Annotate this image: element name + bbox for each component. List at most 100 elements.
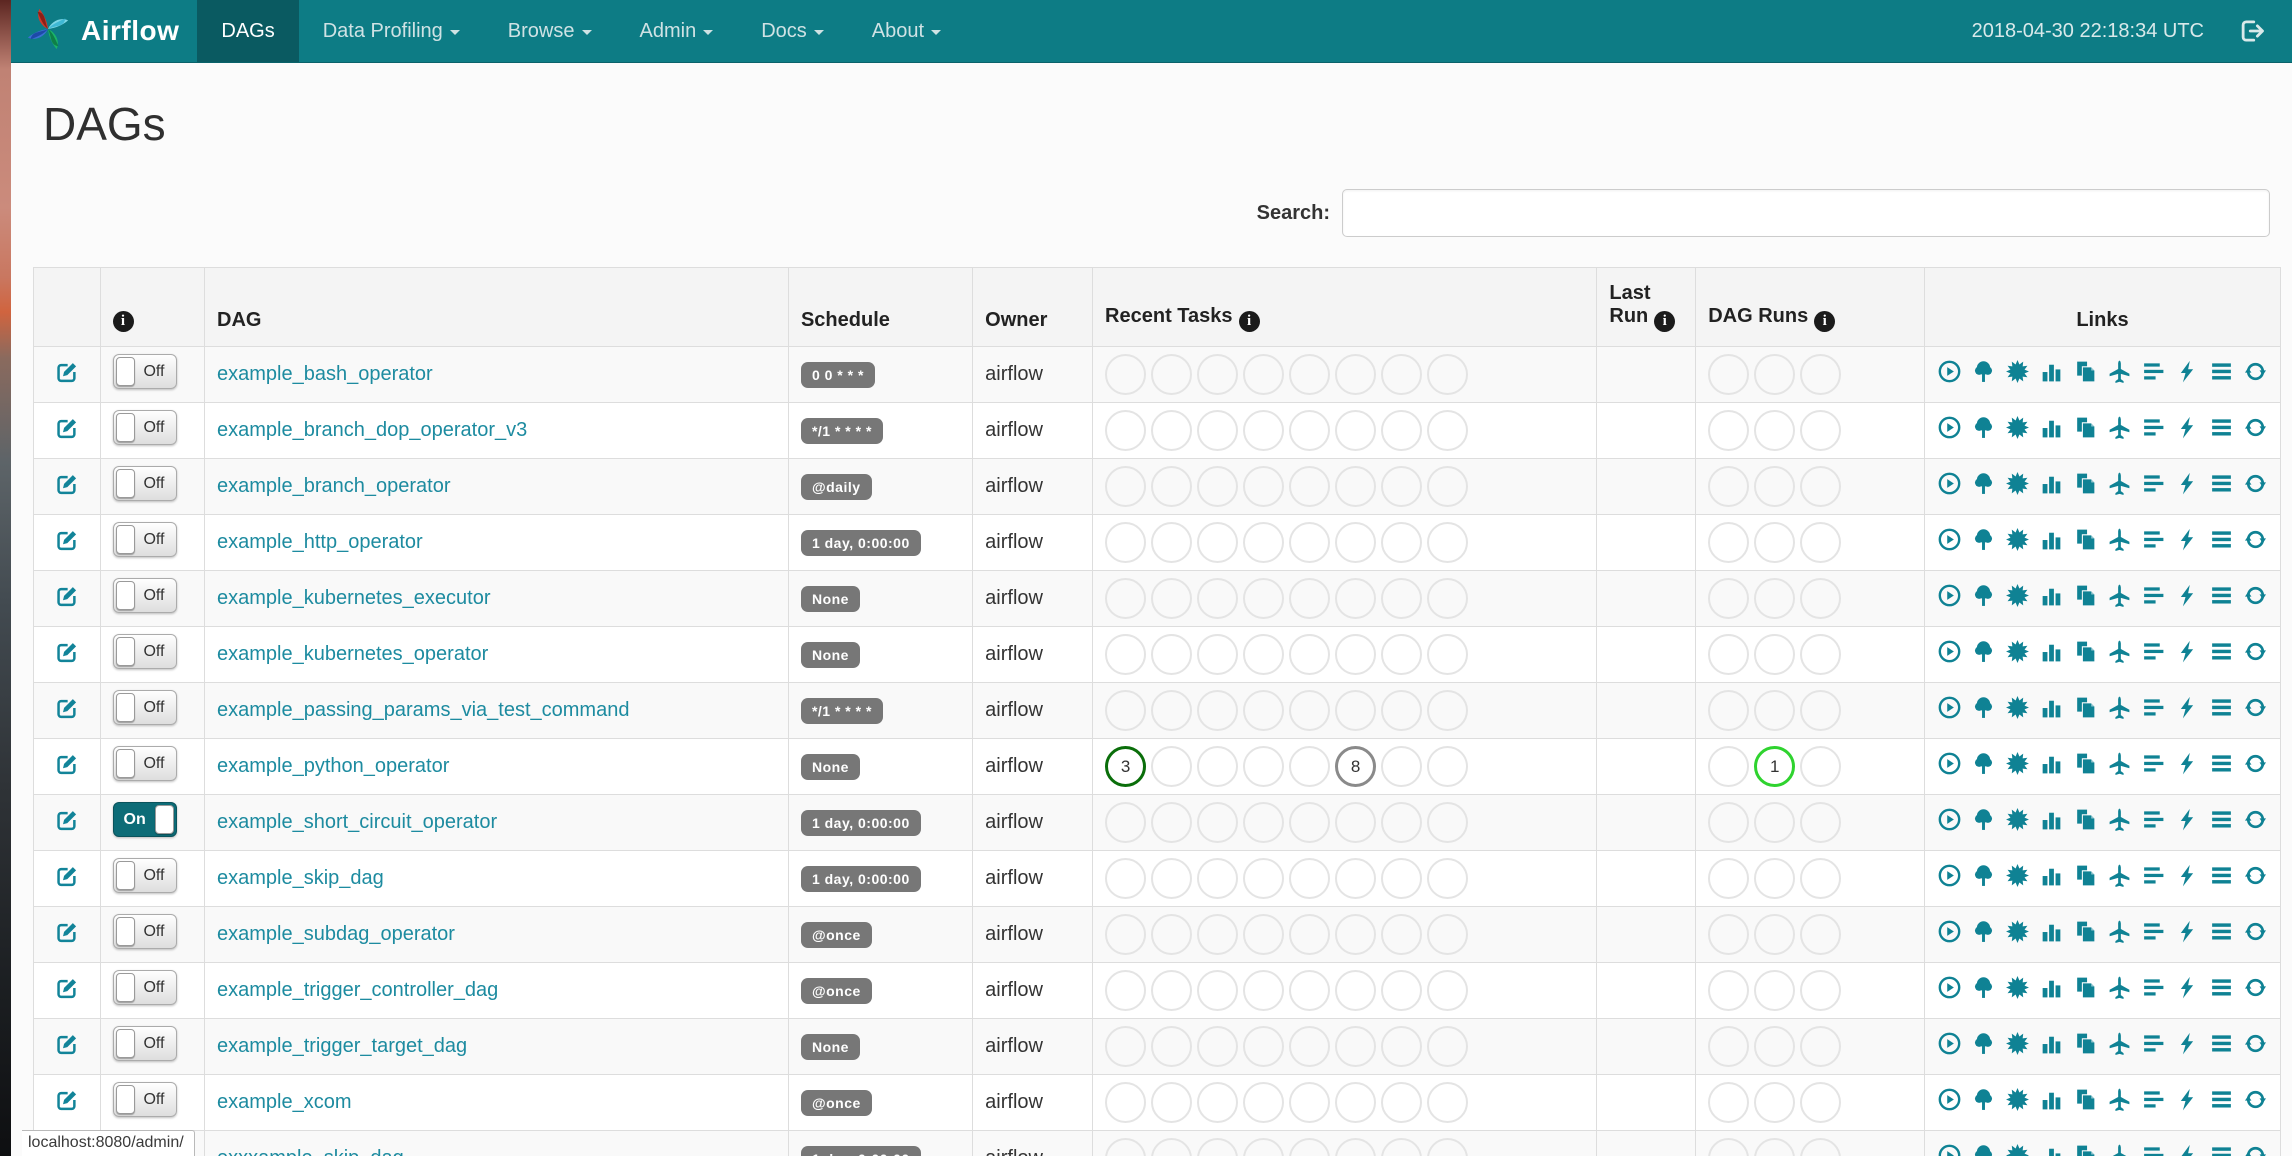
landing-times-plane-icon[interactable] — [2107, 1031, 2132, 1056]
task-tries-duplicate-icon[interactable] — [2073, 1143, 2098, 1156]
trigger-dag-play-circle-icon[interactable] — [1937, 359, 1962, 384]
header-owner[interactable]: Owner — [972, 267, 1094, 347]
graph-view-sunburst-icon[interactable] — [2005, 807, 2030, 832]
tree-view-icon[interactable] — [1971, 527, 1996, 552]
dag-name-link[interactable]: example_kubernetes_executor — [217, 587, 491, 609]
trigger-dag-play-circle-icon[interactable] — [1937, 975, 1962, 1000]
task-tries-duplicate-icon[interactable] — [2073, 583, 2098, 608]
trigger-dag-play-circle-icon[interactable] — [1937, 639, 1962, 664]
refresh-icon[interactable] — [2243, 863, 2268, 888]
task-duration-bar-chart-icon[interactable] — [2039, 1143, 2064, 1156]
dag-name-link[interactable]: example_python_operator — [217, 755, 449, 777]
landing-times-plane-icon[interactable] — [2107, 359, 2132, 384]
landing-times-plane-icon[interactable] — [2107, 919, 2132, 944]
nav-item-data-profiling[interactable]: Data Profiling — [299, 0, 484, 62]
landing-times-plane-icon[interactable] — [2107, 1143, 2132, 1156]
task-tries-duplicate-icon[interactable] — [2073, 807, 2098, 832]
task-duration-bar-chart-icon[interactable] — [2039, 583, 2064, 608]
graph-view-sunburst-icon[interactable] — [2005, 919, 2030, 944]
dag-pause-toggle[interactable]: Off — [112, 578, 177, 613]
gantt-align-left-icon[interactable] — [2141, 1031, 2166, 1056]
recent-task-count-circle[interactable]: 3 — [1105, 746, 1147, 787]
landing-times-plane-icon[interactable] — [2107, 471, 2132, 496]
search-input[interactable] — [1342, 189, 2270, 237]
gantt-align-left-icon[interactable] — [2141, 471, 2166, 496]
task-tries-duplicate-icon[interactable] — [2073, 527, 2098, 552]
gantt-align-left-icon[interactable] — [2141, 415, 2166, 440]
edit-dag-icon[interactable] — [54, 471, 80, 497]
gantt-align-left-icon[interactable] — [2141, 639, 2166, 664]
dag-pause-toggle[interactable]: Off — [112, 858, 177, 893]
task-tries-duplicate-icon[interactable] — [2073, 751, 2098, 776]
task-duration-bar-chart-icon[interactable] — [2039, 751, 2064, 776]
info-icon[interactable]: i — [1654, 311, 1676, 332]
logs-list-icon[interactable] — [2209, 527, 2234, 552]
dag-name-link[interactable]: example_bash_operator — [217, 363, 433, 385]
task-tries-duplicate-icon[interactable] — [2073, 639, 2098, 664]
trigger-dag-play-circle-icon[interactable] — [1937, 471, 1962, 496]
dag-pause-toggle[interactable]: Off — [112, 1082, 177, 1117]
task-duration-bar-chart-icon[interactable] — [2039, 807, 2064, 832]
trigger-dag-play-circle-icon[interactable] — [1937, 415, 1962, 440]
code-view-lightning-icon[interactable] — [2175, 919, 2200, 944]
dag-name-link[interactable]: example_subdag_operator — [217, 923, 455, 945]
gantt-align-left-icon[interactable] — [2141, 1087, 2166, 1112]
refresh-icon[interactable] — [2243, 471, 2268, 496]
header-schedule[interactable]: Schedule — [787, 267, 974, 347]
dag-name-link[interactable]: example_xcom — [217, 1091, 352, 1113]
logs-list-icon[interactable] — [2209, 975, 2234, 1000]
dag-pause-toggle[interactable]: Off — [112, 634, 177, 669]
code-view-lightning-icon[interactable] — [2175, 583, 2200, 608]
logs-list-icon[interactable] — [2209, 863, 2234, 888]
code-view-lightning-icon[interactable] — [2175, 527, 2200, 552]
refresh-icon[interactable] — [2243, 919, 2268, 944]
gantt-align-left-icon[interactable] — [2141, 1143, 2166, 1156]
dag-name-link[interactable]: example_kubernetes_operator — [217, 643, 488, 665]
refresh-icon[interactable] — [2243, 751, 2268, 776]
dag-pause-toggle[interactable]: Off — [112, 522, 177, 557]
graph-view-sunburst-icon[interactable] — [2005, 1143, 2030, 1156]
logs-list-icon[interactable] — [2209, 415, 2234, 440]
dag-name-link[interactable]: example_skip_dag — [217, 867, 384, 889]
edit-dag-icon[interactable] — [54, 359, 80, 385]
graph-view-sunburst-icon[interactable] — [2005, 975, 2030, 1000]
gantt-align-left-icon[interactable] — [2141, 863, 2166, 888]
landing-times-plane-icon[interactable] — [2107, 975, 2132, 1000]
graph-view-sunburst-icon[interactable] — [2005, 471, 2030, 496]
task-duration-bar-chart-icon[interactable] — [2039, 863, 2064, 888]
edit-dag-icon[interactable] — [54, 1031, 80, 1057]
task-duration-bar-chart-icon[interactable] — [2039, 639, 2064, 664]
task-tries-duplicate-icon[interactable] — [2073, 359, 2098, 384]
task-duration-bar-chart-icon[interactable] — [2039, 695, 2064, 720]
dag-name-link[interactable]: example_trigger_controller_dag — [217, 979, 498, 1001]
dag-name-link[interactable]: example_short_circuit_operator — [217, 811, 497, 833]
code-view-lightning-icon[interactable] — [2175, 1031, 2200, 1056]
task-duration-bar-chart-icon[interactable] — [2039, 975, 2064, 1000]
refresh-icon[interactable] — [2243, 1087, 2268, 1112]
gantt-align-left-icon[interactable] — [2141, 695, 2166, 720]
task-tries-duplicate-icon[interactable] — [2073, 695, 2098, 720]
dag-pause-toggle[interactable]: Off — [112, 466, 177, 501]
refresh-icon[interactable] — [2243, 415, 2268, 440]
graph-view-sunburst-icon[interactable] — [2005, 359, 2030, 384]
edit-dag-icon[interactable] — [54, 583, 80, 609]
task-duration-bar-chart-icon[interactable] — [2039, 1087, 2064, 1112]
logs-list-icon[interactable] — [2209, 751, 2234, 776]
info-icon[interactable]: i — [112, 311, 134, 332]
task-tries-duplicate-icon[interactable] — [2073, 1031, 2098, 1056]
task-tries-duplicate-icon[interactable] — [2073, 415, 2098, 440]
landing-times-plane-icon[interactable] — [2107, 751, 2132, 776]
trigger-dag-play-circle-icon[interactable] — [1937, 695, 1962, 720]
trigger-dag-play-circle-icon[interactable] — [1937, 751, 1962, 776]
refresh-icon[interactable] — [2243, 527, 2268, 552]
refresh-icon[interactable] — [2243, 639, 2268, 664]
graph-view-sunburst-icon[interactable] — [2005, 751, 2030, 776]
refresh-icon[interactable] — [2243, 1031, 2268, 1056]
edit-dag-icon[interactable] — [54, 919, 80, 945]
dag-pause-toggle[interactable]: Off — [112, 970, 177, 1005]
tree-view-icon[interactable] — [1971, 639, 1996, 664]
airflow-brand[interactable]: Airflow — [11, 0, 197, 62]
dag-name-link[interactable]: example_trigger_target_dag — [217, 1035, 467, 1057]
task-tries-duplicate-icon[interactable] — [2073, 975, 2098, 1000]
info-icon[interactable]: i — [1238, 311, 1260, 332]
